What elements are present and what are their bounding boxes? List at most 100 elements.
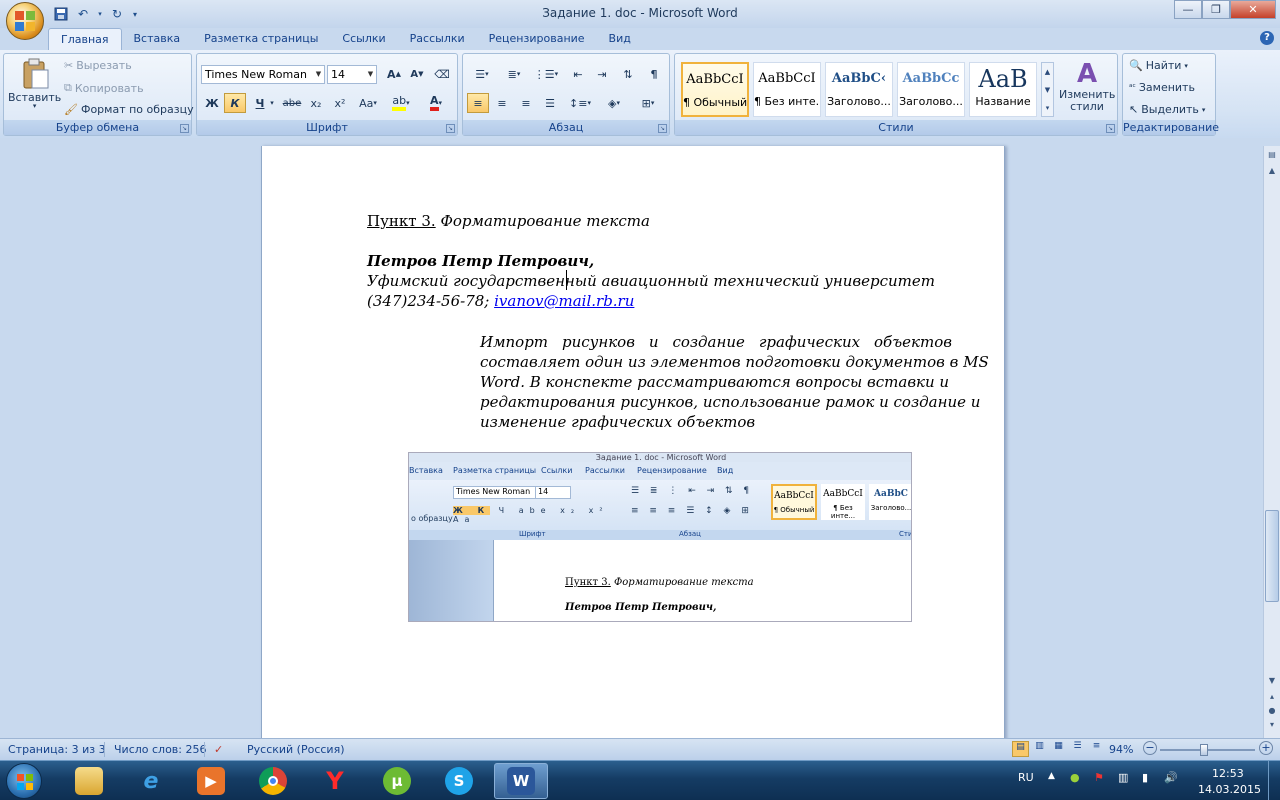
numbering-icon[interactable]: ≣ ▾: [499, 64, 529, 84]
bold-button[interactable]: Ж: [201, 93, 223, 113]
shrink-font-icon[interactable]: A ▼: [406, 64, 428, 84]
maximize-button[interactable]: ❐: [1202, 0, 1230, 19]
web-layout-icon[interactable]: ▦: [1050, 741, 1067, 757]
format-painter-button[interactable]: 🖌 Формат по образцу: [64, 103, 194, 116]
replace-button[interactable]: ᵃᶜ Заменить: [1129, 81, 1195, 94]
taskbar-utorrent[interactable]: µ: [370, 763, 424, 799]
style-no-spacing[interactable]: AaBbCcI ¶ Без инте...: [753, 62, 821, 117]
abstract-line[interactable]: составляет один из элементов подготовки …: [480, 353, 989, 371]
contact-line[interactable]: (347)234-56-78; ivanov@mail.rb.ru: [367, 292, 634, 310]
line-spacing-icon[interactable]: ↕≡ ▾: [565, 93, 595, 113]
superscript-button[interactable]: x²: [329, 93, 351, 113]
taskbar-yandex[interactable]: Y: [308, 763, 362, 799]
ruler-toggle-icon[interactable]: ▤: [1265, 148, 1279, 162]
tab-page-layout[interactable]: Разметка страницы: [192, 28, 330, 50]
paste-button[interactable]: Вставить ▾: [8, 58, 61, 110]
style-heading-2[interactable]: AaBbCc Заголово...: [897, 62, 965, 117]
font-color-button[interactable]: A ▾: [421, 93, 451, 113]
abstract-line[interactable]: изменение графических объектов: [480, 413, 755, 431]
underline-dropdown-icon[interactable]: ▾: [267, 93, 277, 113]
help-icon[interactable]: ?: [1260, 31, 1274, 45]
scroll-down-icon[interactable]: ▼: [1265, 674, 1279, 688]
start-button[interactable]: [6, 763, 42, 799]
abstract-line[interactable]: редактирования рисунков, использование р…: [480, 393, 980, 411]
zoom-slider-thumb[interactable]: [1200, 744, 1208, 756]
volume-icon[interactable]: 🔊: [1164, 771, 1178, 784]
italic-button[interactable]: К: [224, 93, 246, 113]
select-browse-object-icon[interactable]: ●: [1265, 704, 1279, 718]
strikethrough-button[interactable]: abe: [281, 93, 303, 113]
style-heading-1[interactable]: AaBbC‹ Заголово...: [825, 62, 893, 117]
decrease-indent-icon[interactable]: ⇤: [567, 64, 589, 84]
language[interactable]: Русский (Россия): [247, 743, 345, 756]
bullets-icon[interactable]: ☰ ▾: [467, 64, 497, 84]
taskbar-chrome[interactable]: [246, 763, 300, 799]
styles-scroll[interactable]: ▲ ▼ ▾: [1041, 62, 1054, 117]
show-hidden-icons-icon[interactable]: ▲: [1048, 771, 1055, 781]
previous-page-icon[interactable]: ▴: [1265, 690, 1279, 704]
next-page-icon[interactable]: ▾: [1265, 718, 1279, 732]
tab-view[interactable]: Вид: [597, 28, 643, 50]
zoom-out-icon[interactable]: −: [1143, 741, 1157, 755]
clear-formatting-icon[interactable]: ⌫: [431, 64, 453, 84]
scroll-thumb[interactable]: [1265, 510, 1279, 602]
highlight-button[interactable]: ab ▾: [387, 93, 415, 113]
subscript-button[interactable]: x₂: [305, 93, 327, 113]
author-name[interactable]: Петров Петр Петрович,: [367, 252, 594, 270]
print-layout-icon[interactable]: ▤: [1012, 741, 1029, 757]
select-button[interactable]: ↖ Выделить ▾: [1129, 103, 1205, 116]
taskbar-media-player[interactable]: ▶: [184, 763, 238, 799]
tab-references[interactable]: Ссылки: [330, 28, 397, 50]
close-button[interactable]: ✕: [1230, 0, 1276, 19]
abstract-line[interactable]: Word. В конспекте рассматриваются вопрос…: [480, 373, 949, 391]
clipboard-launcher-icon[interactable]: ↘: [180, 124, 189, 133]
align-left-icon[interactable]: ≡: [467, 93, 489, 113]
scroll-up-icon[interactable]: ▲: [1265, 164, 1279, 178]
font-name-combo[interactable]: Times New Roman ▼: [201, 65, 325, 84]
document-page[interactable]: [261, 146, 1005, 738]
show-formatting-icon[interactable]: ¶: [643, 64, 665, 84]
full-screen-reading-icon[interactable]: ▥: [1031, 741, 1048, 757]
draft-icon[interactable]: ≡: [1088, 741, 1105, 757]
taskbar-word[interactable]: W: [494, 763, 548, 799]
university-line[interactable]: Уфимский государственный авиационный тех…: [367, 272, 935, 290]
increase-indent-icon[interactable]: ⇥: [591, 64, 613, 84]
section-heading[interactable]: Пункт 3. Форматирование текста: [367, 212, 650, 230]
borders-icon[interactable]: ⊞ ▾: [633, 93, 663, 113]
zoom-in-icon[interactable]: +: [1259, 741, 1273, 755]
outline-icon[interactable]: ☰: [1069, 741, 1086, 757]
page-count[interactable]: Страница: 3 из 3: [8, 743, 106, 756]
tab-home[interactable]: Главная: [48, 28, 122, 50]
align-center-icon[interactable]: ≡: [491, 93, 513, 113]
vertical-scrollbar[interactable]: ▤ ▲ ▼ ▴ ● ▾: [1263, 146, 1280, 738]
abstract-line[interactable]: Импорт рисунков и создание графических о…: [480, 333, 952, 351]
style-title[interactable]: AaB Название: [969, 62, 1037, 117]
power-icon[interactable]: ▮: [1142, 771, 1148, 784]
multilevel-list-icon[interactable]: ⋮☰ ▾: [531, 64, 561, 84]
word-count[interactable]: Число слов: 256: [114, 743, 207, 756]
clock-date[interactable]: 14.03.2015: [1198, 783, 1261, 796]
copy-button[interactable]: ⧉ Копировать: [64, 81, 144, 95]
taskbar-skype[interactable]: S: [432, 763, 486, 799]
tab-review[interactable]: Рецензирование: [477, 28, 597, 50]
styles-launcher-icon[interactable]: ↘: [1106, 124, 1115, 133]
taskbar-internet-explorer[interactable]: e: [124, 763, 178, 799]
paragraph-launcher-icon[interactable]: ↘: [658, 124, 667, 133]
tray-flag-icon[interactable]: ⚑: [1094, 771, 1104, 784]
embedded-screenshot-image[interactable]: Задание 1. doc - Microsoft Word Вставка …: [408, 452, 912, 622]
font-size-combo[interactable]: 14 ▼: [327, 65, 377, 84]
change-styles-button[interactable]: A Изменить стили: [1059, 60, 1115, 113]
shading-icon[interactable]: ◈ ▾: [599, 93, 629, 113]
tab-mailings[interactable]: Рассылки: [398, 28, 477, 50]
align-right-icon[interactable]: ≡: [515, 93, 537, 113]
office-button[interactable]: [6, 2, 44, 40]
clock-time[interactable]: 12:53: [1212, 767, 1244, 780]
style-normal[interactable]: AaBbCcI ¶ Обычный: [681, 62, 749, 117]
spelling-check-icon[interactable]: ✓: [214, 743, 223, 756]
email-link[interactable]: ivanov@mail.rb.ru: [494, 292, 634, 310]
grow-font-icon[interactable]: A ▲: [383, 64, 405, 84]
minimize-button[interactable]: —: [1174, 0, 1202, 19]
taskbar-explorer[interactable]: [62, 763, 116, 799]
tray-app-icon[interactable]: ●: [1070, 771, 1080, 784]
justify-icon[interactable]: ☰: [539, 93, 561, 113]
